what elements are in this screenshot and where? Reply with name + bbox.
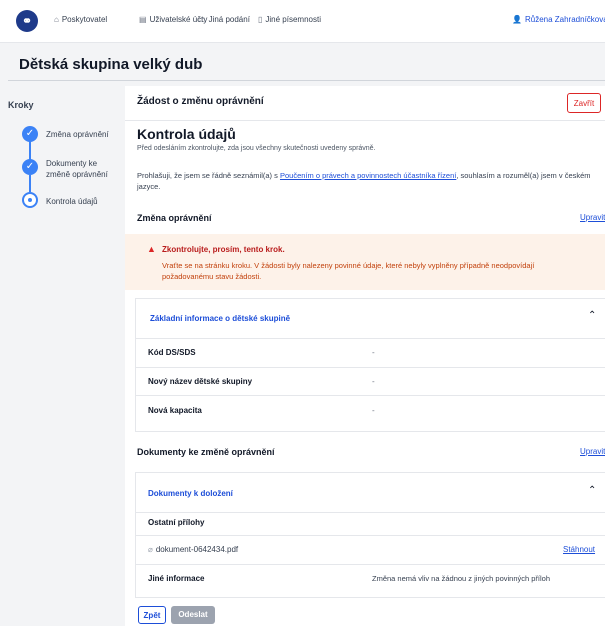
section-title-documents: Dokumenty ke změně oprávnění: [137, 447, 275, 457]
step-label-change[interactable]: Změna oprávnění: [46, 129, 109, 140]
database-icon: ▤: [139, 15, 147, 24]
divider: [136, 395, 605, 396]
declaration-text: Prohlašuji, že jsem se řádně seznámil(a)…: [137, 171, 591, 191]
step-label-documents[interactable]: Dokumenty ke změně oprávnění: [46, 158, 116, 180]
row-value: -: [372, 348, 375, 357]
back-button[interactable]: Zpět: [138, 606, 166, 624]
step-label-review[interactable]: Kontrola údajů: [46, 196, 98, 207]
divider: [125, 120, 605, 121]
divider: [136, 535, 605, 536]
warning-text: Vraťte se na stránku kroku. V žádosti by…: [162, 261, 535, 281]
folder-icon: ▭: [198, 15, 206, 24]
divider: [136, 338, 605, 339]
edit-change-link[interactable]: Upravit: [580, 213, 605, 222]
close-button[interactable]: Zavřít: [567, 93, 601, 113]
edit-documents-link[interactable]: Upravit: [580, 447, 605, 456]
rights-and-duties-link[interactable]: Poučením o právech a povinnostech účastn…: [280, 171, 456, 180]
step-connector: [29, 141, 31, 160]
step-done-check-icon: ✓: [22, 126, 38, 142]
row-label: Nový název dětské skupiny: [148, 377, 253, 386]
step-done-check-icon: ✓: [22, 159, 38, 175]
section-title-change: Změna oprávnění: [137, 213, 212, 223]
chevron-up-icon[interactable]: ⌃: [588, 485, 596, 496]
file-item: ⌀ dokument-0642434.pdf: [148, 545, 239, 554]
divider: [136, 512, 605, 513]
other-info-label: Jiné informace: [148, 574, 205, 583]
step-connector: [29, 175, 31, 192]
row-value: -: [372, 377, 375, 386]
request-title: Žádost o změnu oprávnění: [137, 96, 264, 107]
warning-box: ▲ Zkontrolujte, prosím, tento krok. Vrať…: [125, 234, 605, 290]
steps-title: Kroky: [8, 100, 34, 110]
step-current-icon: [22, 192, 38, 208]
top-bar: ⚭ ⌂ Poskytovatel ▤ Uživatelské účty ▭ Jiná …: [0, 0, 605, 43]
other-attachments-label: Ostatní přílohy: [148, 518, 205, 527]
accordion-title-basic-info[interactable]: Základní informace o dětské skupině: [150, 314, 290, 323]
user-icon: 👤: [512, 15, 522, 24]
nav-item-other-submissions[interactable]: ▭ Jiná podání: [198, 15, 250, 24]
building-icon: ⌂: [54, 15, 59, 24]
divider: [136, 564, 605, 565]
book-icon: ▯: [258, 15, 263, 24]
nav-item-poskytovatel[interactable]: ⌂ Poskytovatel: [54, 15, 107, 24]
app-logo-icon[interactable]: ⚭: [16, 10, 38, 32]
user-menu[interactable]: 👤 Růžena Zahradníčková: [512, 15, 605, 24]
row-label: Kód DS/SDS: [148, 348, 196, 357]
download-link[interactable]: Stáhnout: [563, 545, 595, 554]
divider: [8, 80, 605, 81]
divider: [136, 367, 605, 368]
other-info-value: Změna nemá vliv na žádnou z jiných povin…: [372, 574, 551, 583]
review-subheading: Před odesláním zkontrolujte, zda jsou vš…: [137, 145, 376, 152]
page-title: Dětská skupina velký dub: [19, 56, 203, 73]
warning-icon: ▲: [147, 244, 156, 254]
main-panel: Žádost o změnu oprávnění Zavřít Kontrola…: [125, 86, 605, 626]
accordion-title-documents[interactable]: Dokumenty k doložení: [148, 489, 233, 498]
chevron-up-icon[interactable]: ⌃: [588, 310, 596, 321]
row-label: Nová kapacita: [148, 406, 202, 415]
paperclip-icon: ⌀: [148, 545, 153, 554]
send-button[interactable]: Odeslat: [171, 606, 215, 624]
accordion-documents: Dokumenty k doložení ⌃ Ostatní přílohy ⌀…: [135, 472, 605, 598]
warning-title: Zkontrolujte, prosím, tento krok.: [162, 245, 285, 254]
nav-item-other-documents[interactable]: ▯ Jiné písemnosti: [258, 15, 321, 24]
row-value: -: [372, 406, 375, 415]
accordion-basic-info: Základní informace o dětské skupině ⌃ Kó…: [135, 298, 605, 432]
review-heading: Kontrola údajů: [137, 126, 236, 142]
